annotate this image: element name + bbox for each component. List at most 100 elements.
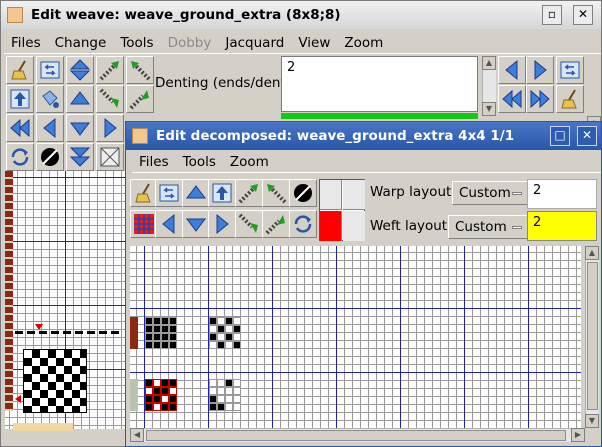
warp-color-strip[interactable] xyxy=(5,171,13,411)
grid-cell[interactable] xyxy=(217,317,225,325)
grid-cell[interactable] xyxy=(233,403,241,411)
grid-cell[interactable] xyxy=(209,333,217,341)
grid-cell[interactable] xyxy=(217,395,225,403)
cross-grid-icon[interactable] xyxy=(96,143,124,171)
swatch-blank-2[interactable] xyxy=(343,211,365,241)
diagonal-arrow-down-icon[interactable] xyxy=(96,85,124,113)
grid-cell[interactable] xyxy=(145,403,153,411)
grid-cell[interactable] xyxy=(217,379,225,387)
pattern-block-sparse[interactable] xyxy=(209,379,241,411)
grid-cell[interactable] xyxy=(225,317,233,325)
double-arrow-left-right-panel-icon[interactable] xyxy=(498,85,526,113)
pattern-block-solid[interactable] xyxy=(145,317,177,349)
grid-cell[interactable] xyxy=(169,325,177,333)
grid-cell[interactable] xyxy=(153,325,161,333)
menu-files[interactable]: Files xyxy=(4,35,48,51)
scroll-right-arrow-icon[interactable]: ▶ xyxy=(571,428,585,442)
grid-cell[interactable] xyxy=(153,395,161,403)
grid-cell[interactable] xyxy=(169,403,177,411)
pattern-block-red-checker[interactable] xyxy=(145,379,177,411)
double-arrow-left-icon[interactable] xyxy=(6,114,34,142)
grid-cell[interactable] xyxy=(145,387,153,395)
invert-icon[interactable] xyxy=(289,179,317,207)
move-up-icon[interactable] xyxy=(6,85,34,113)
grid-cell[interactable] xyxy=(145,333,153,341)
grid-cell[interactable] xyxy=(145,341,153,349)
invert-icon[interactable] xyxy=(36,143,64,171)
horizontal-scroll-thumb[interactable] xyxy=(146,430,566,441)
denting-input[interactable]: 2 xyxy=(281,56,478,112)
menu-files[interactable]: Files xyxy=(132,154,176,170)
grid-cell[interactable] xyxy=(161,317,169,325)
menu-tools[interactable]: Tools xyxy=(113,35,160,51)
grid-cell[interactable] xyxy=(161,341,169,349)
grid-cell[interactable] xyxy=(153,333,161,341)
arrow-up-icon[interactable] xyxy=(182,179,210,207)
swap-window-icon[interactable] xyxy=(36,56,64,84)
diagonal-arrow-left-icon[interactable] xyxy=(262,179,290,207)
grid-cell[interactable] xyxy=(209,317,217,325)
grid-cell[interactable] xyxy=(161,395,169,403)
decomposed-horizontal-scrollbar[interactable]: ◀ ▶ xyxy=(130,428,585,442)
shift-up-down-icon[interactable] xyxy=(66,56,94,84)
grid-cell[interactable] xyxy=(169,341,177,349)
grid-cell[interactable] xyxy=(233,333,241,341)
grid-cell[interactable] xyxy=(233,341,241,349)
broom-right-icon[interactable] xyxy=(556,85,584,113)
grid-cell[interactable] xyxy=(153,403,161,411)
grid-cell[interactable] xyxy=(169,395,177,403)
color-swatch-panel[interactable] xyxy=(319,179,365,241)
pattern-block-checker[interactable] xyxy=(209,317,241,349)
decomposed-title-bar[interactable]: Edit decomposed: weave_ground_extra 4x4 … xyxy=(126,122,601,150)
grid-cell[interactable] xyxy=(153,387,161,395)
diagonal-arrow-up-icon[interactable] xyxy=(126,85,154,113)
decomposed-weave-grid[interactable] xyxy=(130,246,581,428)
grid-cell[interactable] xyxy=(225,395,233,403)
grid-cell[interactable] xyxy=(217,325,225,333)
scroll-up-arrow-icon[interactable]: ▲ xyxy=(585,246,599,260)
maximize-button[interactable]: □ xyxy=(550,126,570,146)
close-button[interactable]: ✕ xyxy=(573,5,593,25)
color-pattern-icon[interactable] xyxy=(130,210,158,238)
menu-view[interactable]: View xyxy=(291,35,337,51)
swap-window-icon[interactable] xyxy=(155,179,183,207)
grid-cell[interactable] xyxy=(153,317,161,325)
grid-cell[interactable] xyxy=(169,387,177,395)
grid-cell[interactable] xyxy=(145,379,153,387)
grid-cell[interactable] xyxy=(209,403,217,411)
swatch-weft-color[interactable] xyxy=(320,211,342,241)
scroll-up-arrow-icon[interactable]: ▲ xyxy=(482,56,496,70)
grid-cell[interactable] xyxy=(209,379,217,387)
warp-layout-number-field[interactable]: 2 xyxy=(527,179,597,209)
diagonal-arrow-left-icon[interactable] xyxy=(126,56,154,84)
grid-cell[interactable] xyxy=(153,379,161,387)
menu-zoom[interactable]: Zoom xyxy=(223,154,276,170)
move-up-icon[interactable] xyxy=(208,179,236,207)
grid-cell[interactable] xyxy=(145,395,153,403)
refresh-icon[interactable] xyxy=(289,210,317,238)
grid-cell[interactable] xyxy=(153,341,161,349)
paint-bucket-icon[interactable] xyxy=(36,85,64,113)
scroll-left-arrow-icon[interactable]: ◀ xyxy=(130,428,144,442)
arrow-up-icon[interactable] xyxy=(66,85,94,113)
diagonal-arrow-right-icon[interactable] xyxy=(96,56,124,84)
grid-cell[interactable] xyxy=(233,325,241,333)
swatch-warp-color[interactable] xyxy=(320,180,342,210)
grid-cell[interactable] xyxy=(233,379,241,387)
grid-cell[interactable] xyxy=(225,341,233,349)
grid-cell[interactable] xyxy=(225,379,233,387)
grid-cell[interactable] xyxy=(209,395,217,403)
broom-clear-icon[interactable] xyxy=(130,179,158,207)
grid-cell[interactable] xyxy=(161,333,169,341)
scroll-down-arrow-icon[interactable]: ▼ xyxy=(585,414,599,428)
grid-cell[interactable] xyxy=(233,387,241,395)
arrow-down-icon[interactable] xyxy=(182,210,210,238)
arrow-right-icon[interactable] xyxy=(208,210,236,238)
grid-cell[interactable] xyxy=(225,387,233,395)
broom-clear-icon[interactable] xyxy=(6,56,34,84)
grid-cell[interactable] xyxy=(217,341,225,349)
double-arrow-right-right-panel-icon[interactable] xyxy=(526,85,554,113)
grid-cell[interactable] xyxy=(217,387,225,395)
swatch-blank[interactable] xyxy=(343,180,365,210)
arrow-left-icon[interactable] xyxy=(155,210,183,238)
